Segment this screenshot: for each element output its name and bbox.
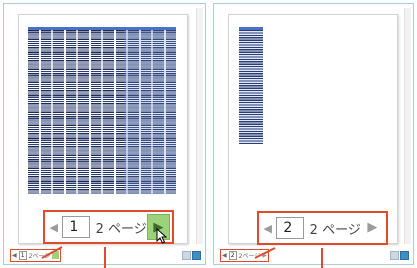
status-page-field[interactable]: 1	[18, 250, 27, 260]
status-bar: ◀ 2 2ページ ▶	[216, 248, 411, 262]
page-navigator: ◀ 2 2 ページ ▶	[257, 211, 388, 245]
print-preview-pane-page-1: ◀ 1 2 ページ ▶ ◀ 1 2ページ	[3, 3, 206, 265]
status-page-navigator: ◀ 2 2ページ ▶	[220, 248, 269, 262]
status-page-label: 2ページ	[28, 252, 51, 260]
current-page-field[interactable]: 2	[276, 217, 304, 239]
page-preview-sheet	[228, 14, 398, 244]
next-page-icon[interactable]: ▶	[361, 215, 384, 241]
vertical-scrollbar[interactable]	[404, 8, 411, 244]
print-preview-pane-page-2: ◀ 2 2 ページ ▶ ◀ 2 2ページ ▶	[213, 3, 414, 265]
page-navigator: ◀ 1 2 ページ ▶	[43, 210, 174, 244]
status-next-icon[interactable]	[52, 251, 60, 259]
status-page-label: 2ページ	[238, 252, 261, 260]
status-bar: ◀ 1 2ページ	[6, 248, 203, 262]
previous-page-icon[interactable]: ◀	[45, 221, 62, 234]
arrow-cursor-icon	[156, 228, 168, 244]
total-pages-label: 2 ページ	[309, 222, 361, 238]
page-view-icon[interactable]	[182, 250, 191, 260]
status-page-navigator: ◀ 1 2ページ	[10, 248, 62, 262]
status-previous-icon[interactable]: ◀	[222, 252, 227, 259]
status-next-icon[interactable]: ▶	[262, 252, 267, 259]
previous-page-icon[interactable]: ◀	[259, 222, 276, 235]
view-buttons	[182, 250, 201, 260]
data-column-thumbnail	[239, 30, 263, 144]
view-buttons	[390, 250, 409, 260]
current-page-field[interactable]: 1	[62, 216, 90, 238]
status-previous-icon[interactable]: ◀	[12, 252, 17, 259]
page-view-icon[interactable]	[390, 250, 399, 260]
vertical-scrollbar[interactable]	[196, 8, 203, 244]
total-pages-label: 2 ページ	[95, 221, 147, 237]
data-table-thumbnail	[28, 30, 176, 194]
status-page-field[interactable]: 2	[228, 250, 237, 260]
zoom-view-icon[interactable]	[192, 250, 201, 260]
zoom-view-icon[interactable]	[400, 250, 409, 260]
